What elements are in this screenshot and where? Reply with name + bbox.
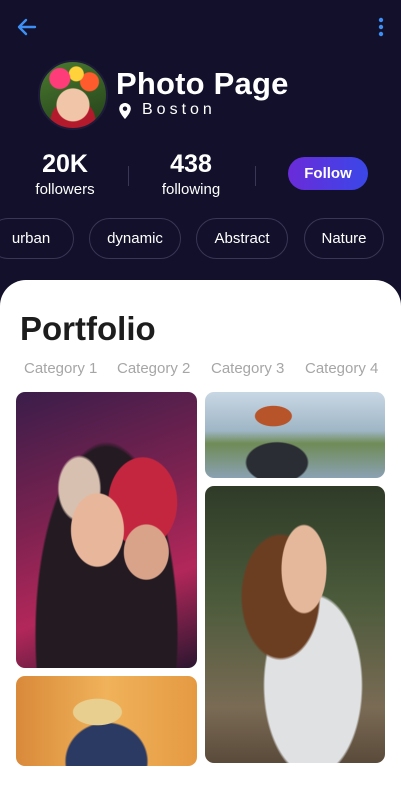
arrow-left-icon: [17, 18, 37, 36]
map-pin-icon: [119, 103, 131, 119]
tag-abstract[interactable]: Abstract: [196, 218, 288, 259]
followers-label: followers: [35, 181, 95, 198]
more-options-button[interactable]: [371, 14, 391, 40]
category-tab-3[interactable]: Category 3: [211, 360, 284, 377]
portfolio-title: Portfolio: [20, 310, 156, 347]
profile-header: Photo Page Boston: [38, 60, 378, 132]
back-button[interactable]: [14, 14, 40, 40]
portfolio-photo[interactable]: [16, 676, 197, 766]
category-tab-4[interactable]: Category 4: [305, 360, 378, 377]
following-count: 438: [170, 150, 212, 178]
following-label: following: [161, 181, 221, 198]
location-text: Boston: [142, 101, 216, 118]
stat-divider: [128, 166, 129, 186]
portfolio-card: Portfolio Category 1 Category 2 Category…: [0, 280, 401, 800]
followers-count: 20K: [42, 150, 88, 178]
follow-button[interactable]: Follow: [288, 157, 368, 190]
top-bar: [0, 0, 401, 56]
portfolio-photo[interactable]: [16, 392, 197, 668]
tag-dynamic[interactable]: dynamic: [89, 218, 181, 259]
page-title: Photo Page: [116, 66, 289, 101]
tag-nature[interactable]: Nature: [304, 218, 384, 259]
tag-urban[interactable]: urban: [0, 218, 74, 259]
more-vertical-icon: [378, 17, 384, 37]
portfolio-photo[interactable]: [205, 486, 385, 763]
following-stat[interactable]: 438 following: [136, 150, 246, 198]
stat-divider: [255, 166, 256, 186]
avatar[interactable]: [38, 60, 108, 130]
category-tab-1[interactable]: Category 1: [24, 360, 97, 377]
category-tab-2[interactable]: Category 2: [117, 360, 190, 377]
tag-list: urban dynamic Abstract Nature: [0, 218, 401, 260]
followers-stat[interactable]: 20K followers: [10, 150, 120, 198]
portfolio-photo[interactable]: [205, 392, 385, 478]
